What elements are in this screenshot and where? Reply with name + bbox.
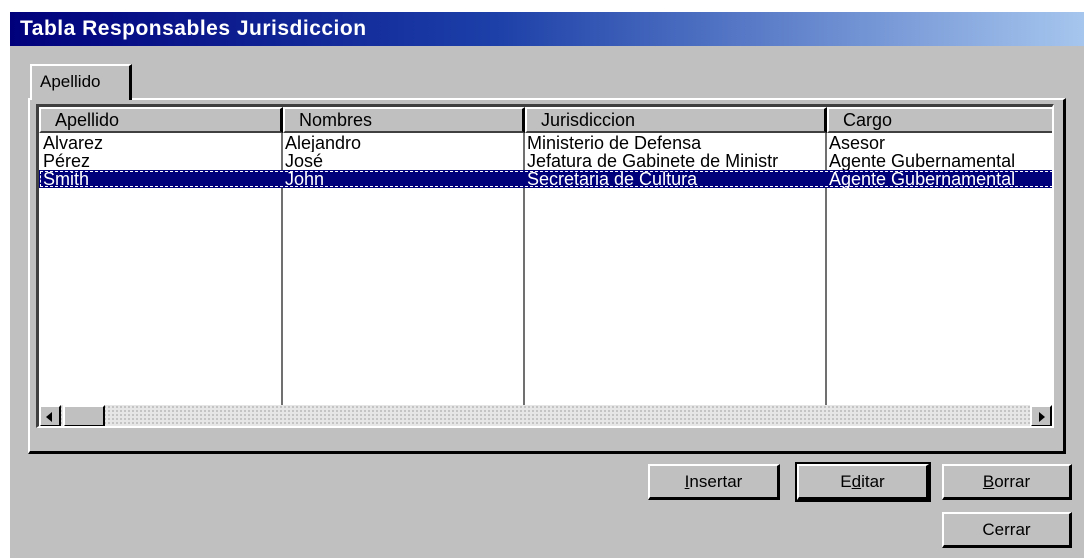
scroll-right-button[interactable] xyxy=(1030,405,1052,426)
horizontal-scrollbar[interactable] xyxy=(39,405,1052,426)
cell-cargo: Agente Gubernamental xyxy=(829,170,1016,188)
responsables-grid[interactable]: Apellido Nombres Jurisdiccion Cargo Alva… xyxy=(36,104,1054,428)
column-header-jurisdiccion[interactable]: Jurisdiccion xyxy=(525,107,827,133)
cell-apellido: Pérez xyxy=(43,152,91,170)
scroll-thumb[interactable] xyxy=(63,405,105,426)
tab-apellido[interactable]: Apellido xyxy=(30,64,132,100)
editar-label-first: E xyxy=(840,471,852,491)
column-header-apellido[interactable]: Apellido xyxy=(39,107,283,133)
insertar-label: nsertar xyxy=(689,471,743,491)
arrow-left-icon xyxy=(46,412,52,422)
editar-button[interactable]: Editar xyxy=(795,462,931,502)
column-header-nombres[interactable]: Nombres xyxy=(283,107,525,133)
window-title: Tabla Responsables Jurisdiccion xyxy=(10,12,1084,46)
editar-mnemonic: d xyxy=(851,471,862,491)
table-row-selected[interactable]: Smith John Secretaria de Cultura Agente … xyxy=(39,170,1052,188)
cerrar-button[interactable]: Cerrar xyxy=(942,512,1072,548)
cell-jurisdiccion: Ministerio de Defensa xyxy=(527,134,702,152)
cell-cargo: Asesor xyxy=(829,134,886,152)
table-row[interactable]: Pérez José Jefatura de Gabinete de Minis… xyxy=(39,152,1052,170)
table-row[interactable]: Alvarez Alejandro Ministerio de Defensa … xyxy=(39,134,1052,152)
arrow-right-icon xyxy=(1039,412,1045,422)
insertar-button[interactable]: Insertar xyxy=(648,464,780,500)
borrar-button[interactable]: Borrar xyxy=(942,464,1072,500)
cell-apellido: Alvarez xyxy=(43,134,104,152)
cell-jurisdiccion: Jefatura de Gabinete de Ministr xyxy=(527,152,779,170)
editar-label: itar xyxy=(861,471,885,491)
cell-nombres: Alejandro xyxy=(285,134,362,152)
cell-nombres: John xyxy=(285,170,325,188)
borrar-label: orrar xyxy=(994,471,1031,491)
cell-cargo: Agente Gubernamental xyxy=(829,152,1016,170)
borrar-mnemonic: B xyxy=(982,471,995,491)
cell-nombres: José xyxy=(285,152,324,170)
cell-apellido: Smith xyxy=(43,170,90,188)
dialog-window: Tabla Responsables Jurisdiccion Apellido… xyxy=(10,12,1084,558)
scroll-left-button[interactable] xyxy=(39,405,61,426)
cell-jurisdiccion: Secretaria de Cultura xyxy=(527,170,698,188)
column-header-cargo[interactable]: Cargo xyxy=(827,107,1052,133)
